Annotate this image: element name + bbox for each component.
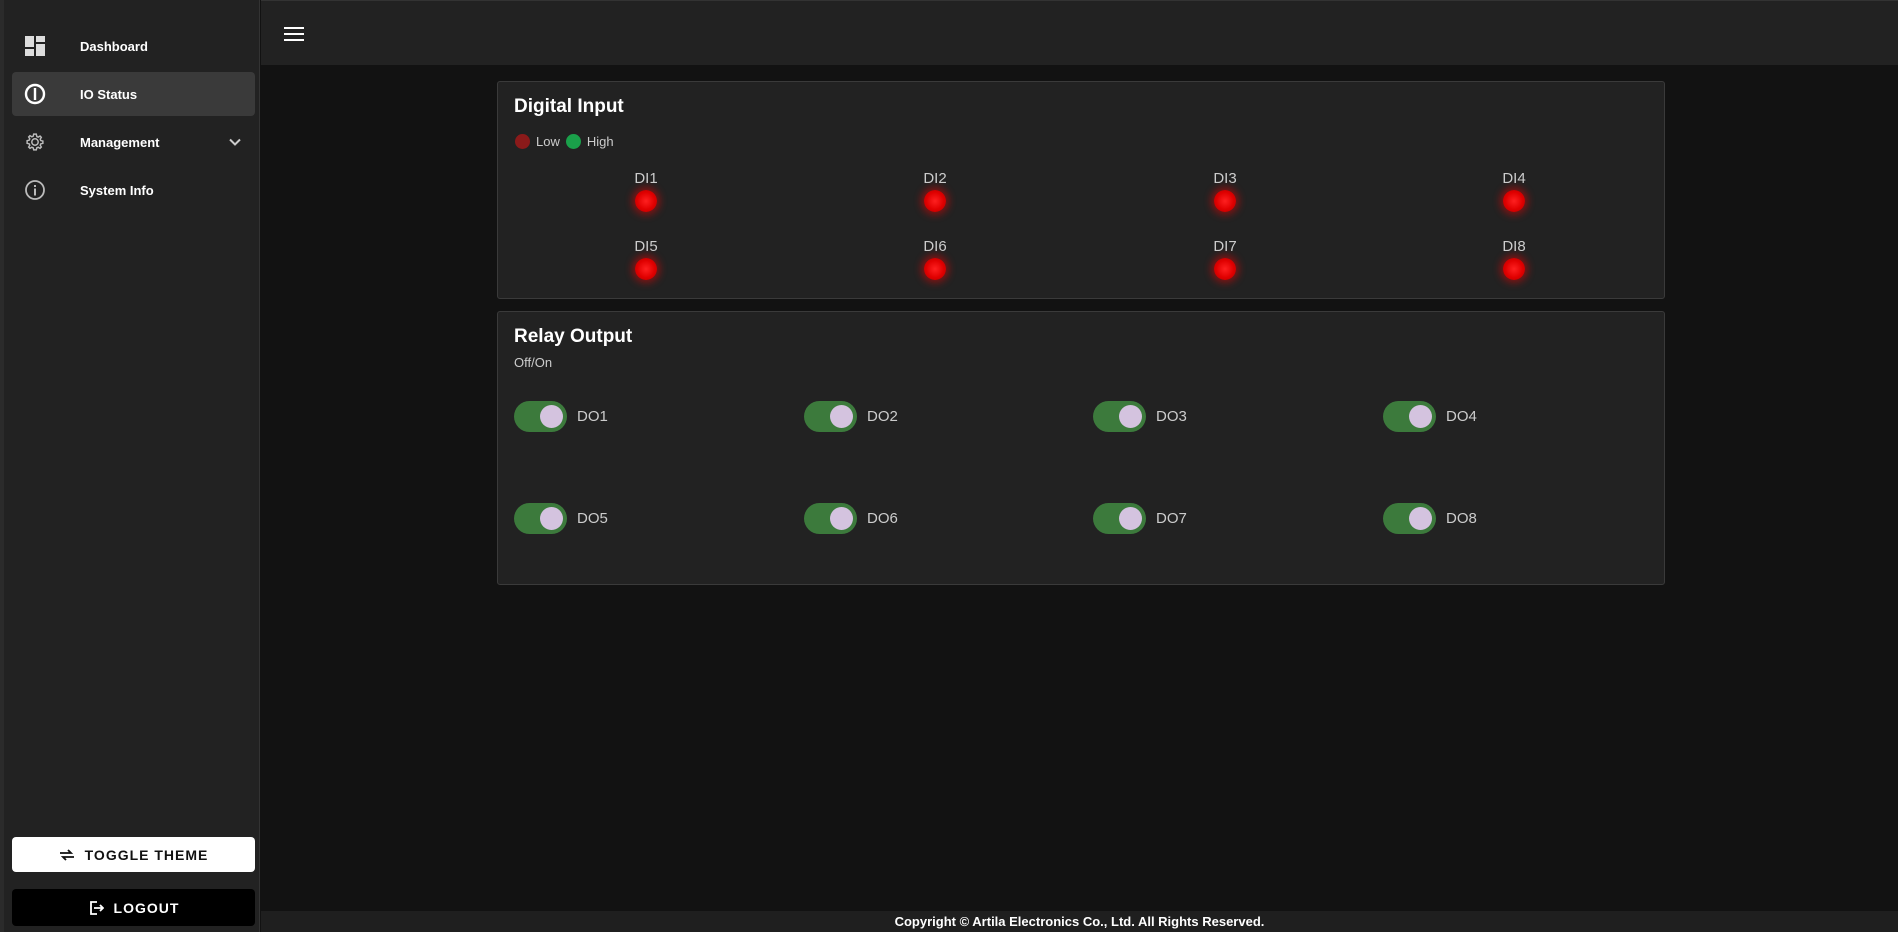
info-icon (20, 175, 50, 205)
toggle-switch[interactable] (1383, 401, 1436, 432)
toggle-knob (1119, 405, 1142, 428)
sidebar-item-management[interactable]: Management (12, 120, 255, 164)
status-led (924, 190, 946, 212)
status-led (1503, 190, 1525, 212)
footer-copyright: Copyright © Artila Electronics Co., Ltd.… (261, 911, 1898, 932)
relay-toggle[interactable]: DO2 (804, 401, 898, 432)
toggle-switch[interactable] (804, 401, 857, 432)
status-led (924, 258, 946, 280)
toggle-switch[interactable] (514, 503, 567, 534)
logout-icon (88, 900, 104, 916)
card-title: Relay Output (514, 326, 633, 347)
toggle-switch[interactable] (804, 503, 857, 534)
toggle-knob (830, 405, 853, 428)
chevron-down-icon[interactable] (227, 134, 243, 150)
toggle-theme-button[interactable]: TOGGLE THEME (12, 837, 255, 872)
digital-input-indicator: DI2 (905, 170, 965, 212)
relay-toggle[interactable]: DO7 (1093, 503, 1187, 534)
relay-label: DO2 (867, 408, 898, 425)
sidebar: Dashboard IO Status Management System In… (0, 0, 260, 932)
toggle-knob (1409, 405, 1432, 428)
toggle-knob (830, 507, 853, 530)
sidebar-item-label: Dashboard (80, 38, 148, 54)
di-label: DI7 (1213, 238, 1237, 255)
relay-toggle[interactable]: DO5 (514, 503, 608, 534)
toggle-switch[interactable] (1093, 401, 1146, 432)
toggle-knob (1119, 507, 1142, 530)
relay-toggle[interactable]: DO8 (1383, 503, 1477, 534)
card-subtitle: Off/On (514, 355, 553, 370)
menu-icon[interactable] (281, 21, 307, 47)
dashboard-icon (20, 31, 50, 61)
sidebar-item-label: System Info (80, 182, 154, 198)
toggle-knob (540, 507, 563, 530)
top-bar (261, 0, 1898, 65)
relay-label: DO6 (867, 510, 898, 527)
relay-label: DO1 (577, 408, 608, 425)
status-led (635, 190, 657, 212)
di-label: DI3 (1213, 170, 1237, 187)
di-label: DI6 (923, 238, 947, 255)
toggle-knob (1409, 507, 1432, 530)
status-led (1503, 258, 1525, 280)
relay-toggle[interactable]: DO1 (514, 401, 608, 432)
relay-toggle[interactable]: DO6 (804, 503, 898, 534)
relay-label: DO5 (577, 510, 608, 527)
sidebar-item-io-status[interactable]: IO Status (12, 72, 255, 116)
toggle-theme-label: TOGGLE THEME (84, 846, 209, 863)
legend: Low High (515, 134, 620, 149)
digital-input-indicator: DI1 (616, 170, 676, 212)
digital-input-indicator: DI5 (616, 238, 676, 280)
legend-high-dot (565, 134, 581, 149)
sidebar-item-label: Management (80, 134, 160, 150)
status-led (1214, 190, 1236, 212)
logout-label: LOGOUT (113, 899, 180, 916)
io-status-icon (20, 79, 50, 109)
logout-button[interactable]: LOGOUT (12, 889, 255, 926)
card-title: Digital Input (514, 96, 624, 117)
di-label: DI8 (1502, 238, 1526, 255)
di-label: DI1 (634, 170, 658, 187)
legend-low-dot (515, 134, 530, 149)
relay-output-card: Relay Output Off/On DO1 DO2 DO3 DO4 DO5 … (497, 311, 1665, 585)
legend-high-label: High (586, 134, 614, 149)
toggle-switch[interactable] (1093, 503, 1146, 534)
relay-label: DO4 (1446, 408, 1477, 425)
toggle-knob (540, 405, 563, 428)
sidebar-item-label: IO Status (80, 86, 138, 102)
status-led (635, 258, 657, 280)
di-label: DI5 (634, 238, 658, 255)
relay-toggle[interactable]: DO4 (1383, 401, 1477, 432)
gear-icon (20, 127, 50, 157)
sidebar-item-dashboard[interactable]: Dashboard (12, 24, 255, 68)
di-label: DI2 (923, 170, 947, 187)
relay-label: DO7 (1156, 510, 1187, 527)
relay-label: DO8 (1446, 510, 1477, 527)
toggle-switch[interactable] (514, 401, 567, 432)
swap-icon (59, 848, 75, 861)
digital-input-card: Digital Input Low High DI1 DI2 DI3 DI4 D… (497, 81, 1665, 299)
digital-input-indicator: DI4 (1484, 170, 1544, 212)
digital-input-indicator: DI3 (1195, 170, 1255, 212)
status-led (1214, 258, 1236, 280)
sidebar-item-system-info[interactable]: System Info (12, 168, 255, 212)
di-label: DI4 (1502, 170, 1526, 187)
relay-toggle[interactable]: DO3 (1093, 401, 1187, 432)
digital-input-indicator: DI7 (1195, 238, 1255, 280)
legend-low-label: Low (536, 134, 560, 149)
relay-label: DO3 (1156, 408, 1187, 425)
toggle-switch[interactable] (1383, 503, 1436, 534)
digital-input-indicator: DI8 (1484, 238, 1544, 280)
digital-input-indicator: DI6 (905, 238, 965, 280)
